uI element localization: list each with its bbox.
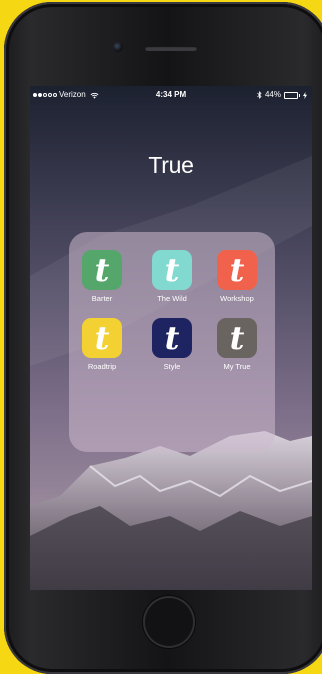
app-label: Barter — [91, 294, 113, 303]
app-logo-letter: t — [164, 319, 180, 357]
app-label: Roadtrip — [87, 362, 117, 371]
app-barter[interactable]: t Barter — [72, 250, 132, 303]
app-label: Style — [163, 362, 181, 371]
bluetooth-icon — [257, 91, 262, 99]
phone-frame: Verizon 4:34 PM 44% True t Barter t The … — [4, 2, 322, 674]
app-logo-letter: t — [164, 251, 180, 289]
app-style[interactable]: t Style — [142, 318, 202, 371]
app-label: Workshop — [220, 294, 254, 303]
app-icon[interactable]: t — [152, 318, 192, 358]
app-my-true[interactable]: t My True — [207, 318, 267, 371]
app-icon[interactable]: t — [82, 250, 122, 290]
battery-percent: 44% — [264, 90, 281, 99]
app-logo-letter: t — [229, 319, 245, 357]
charging-icon — [303, 91, 307, 99]
battery-icon — [284, 91, 300, 99]
app-the-wild[interactable]: t The Wild — [142, 250, 202, 303]
app-icon[interactable]: t — [152, 250, 192, 290]
app-workshop[interactable]: t Workshop — [207, 250, 267, 303]
app-roadtrip[interactable]: t Roadtrip — [72, 318, 132, 371]
app-icon[interactable]: t — [82, 318, 122, 358]
app-icon[interactable]: t — [217, 318, 257, 358]
app-label: My True — [223, 362, 251, 371]
earpiece-speaker — [145, 46, 197, 51]
front-camera — [113, 42, 123, 52]
folder-title[interactable]: True — [30, 152, 312, 179]
status-bar: Verizon 4:34 PM 44% — [30, 86, 312, 104]
app-label: The Wild — [157, 294, 187, 303]
home-button[interactable] — [143, 596, 195, 648]
app-logo-letter: t — [94, 251, 110, 289]
app-folder: t Barter t The Wild t Workshop t Roadtri… — [69, 232, 275, 452]
status-right: 44% — [257, 86, 307, 104]
app-logo-letter: t — [229, 251, 245, 289]
app-icon[interactable]: t — [217, 250, 257, 290]
app-logo-letter: t — [94, 319, 110, 357]
home-screen: Verizon 4:34 PM 44% True t Barter t The … — [30, 86, 312, 590]
